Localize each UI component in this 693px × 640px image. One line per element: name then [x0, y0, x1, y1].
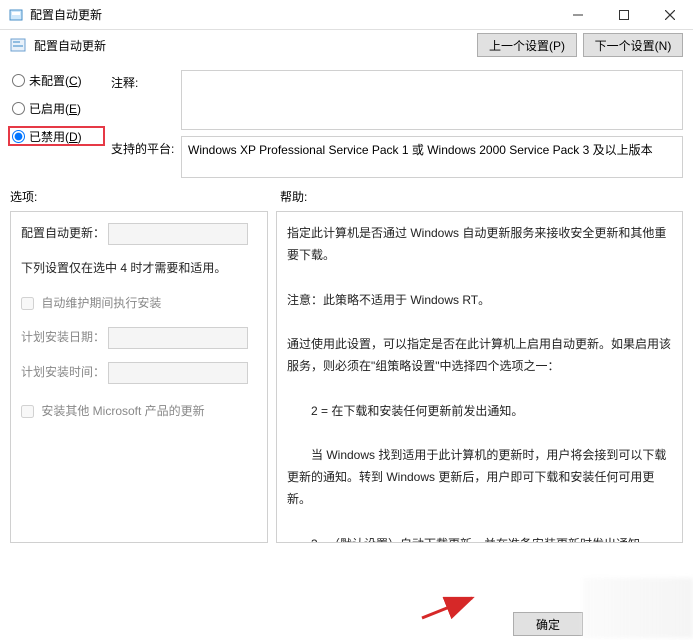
plan-date-label: 计划安装日期： [21, 330, 105, 344]
window-title: 配置自动更新 [30, 6, 555, 23]
plan-time-select[interactable] [108, 362, 248, 384]
platform-label: 支持的平台: [111, 136, 175, 178]
help-p4: 2 = 在下载和安装任何更新前发出通知。 [287, 400, 672, 422]
options-note: 下列设置仅在选中 4 时才需要和适用。 [21, 257, 257, 280]
radio-disabled-input[interactable] [12, 130, 25, 143]
ms-products-checkbox-row[interactable]: 安装其他 Microsoft 产品的更新 [21, 400, 257, 423]
platform-box: Windows XP Professional Service Pack 1 或… [181, 136, 683, 178]
ms-products-checkbox-label: 安装其他 Microsoft 产品的更新 [41, 404, 204, 418]
radio-enabled-input[interactable] [12, 102, 25, 115]
annotation-arrow-icon [420, 592, 480, 622]
cfg-update-label: 配置自动更新： [21, 226, 105, 240]
header-bar: 配置自动更新 上一个设置(P) 下一个设置(N) [0, 30, 693, 60]
policy-icon [10, 37, 26, 53]
radio-disabled-label: 已禁用(D) [29, 128, 82, 145]
next-setting-button[interactable]: 下一个设置(N) [583, 33, 683, 57]
header-label: 配置自动更新 [34, 37, 471, 54]
section-headers: 选项: 帮助: [0, 188, 693, 211]
radio-disabled[interactable]: 已禁用(D) [8, 126, 105, 146]
maint-checkbox-label: 自动维护期间执行安装 [41, 296, 161, 310]
radio-enabled-label: 已启用(E) [29, 100, 81, 117]
radio-enabled[interactable]: 已启用(E) [10, 98, 105, 118]
radio-not-configured-label: 未配置(C) [29, 72, 82, 89]
panels: 配置自动更新： 下列设置仅在选中 4 时才需要和适用。 自动维护期间执行安装 计… [0, 211, 693, 553]
help-label: 帮助: [280, 188, 683, 205]
options-panel: 配置自动更新： 下列设置仅在选中 4 时才需要和适用。 自动维护期间执行安装 计… [10, 211, 268, 543]
titlebar: 配置自动更新 [0, 0, 693, 30]
help-p6: 3 =（默认设置）自动下载更新，并在准备安装更新时发出通知 [287, 533, 672, 543]
app-icon [8, 7, 24, 23]
plan-date-select[interactable] [108, 327, 248, 349]
maint-checkbox-row[interactable]: 自动维护期间执行安装 [21, 292, 257, 315]
help-p2: 注意：此策略不适用于 Windows RT。 [287, 289, 672, 311]
ok-button[interactable]: 确定 [513, 612, 583, 636]
help-panel[interactable]: 指定此计算机是否通过 Windows 自动更新服务来接收安全更新和其他重要下载。… [276, 211, 683, 543]
help-p1: 指定此计算机是否通过 Windows 自动更新服务来接收安全更新和其他重要下载。 [287, 222, 672, 266]
options-label: 选项: [10, 188, 280, 205]
blurred-region [583, 578, 693, 638]
minimize-button[interactable] [555, 0, 601, 30]
radio-not-configured-input[interactable] [12, 74, 25, 87]
radio-not-configured[interactable]: 未配置(C) [10, 70, 105, 90]
comment-label: 注释: [111, 70, 175, 130]
plan-time-label: 计划安装时间： [21, 365, 105, 379]
comment-box[interactable] [181, 70, 683, 130]
close-button[interactable] [647, 0, 693, 30]
footer: 确定 [513, 612, 583, 636]
state-radios: 未配置(C) 已启用(E) 已禁用(D) [10, 70, 105, 178]
cfg-update-select[interactable] [108, 223, 248, 245]
help-p5: 当 Windows 找到适用于此计算机的更新时，用户将会接到可以下载更新的通知。… [287, 444, 672, 511]
maximize-button[interactable] [601, 0, 647, 30]
config-area: 未配置(C) 已启用(E) 已禁用(D) 注释: 支持的平台: Windows … [0, 60, 693, 188]
maint-checkbox[interactable] [21, 297, 34, 310]
prev-setting-button[interactable]: 上一个设置(P) [477, 33, 577, 57]
help-p3: 通过使用此设置，可以指定是否在此计算机上启用自动更新。如果启用该服务，则必须在"… [287, 333, 672, 377]
ms-products-checkbox[interactable] [21, 405, 34, 418]
meta-area: 注释: 支持的平台: Windows XP Professional Servi… [111, 70, 683, 178]
